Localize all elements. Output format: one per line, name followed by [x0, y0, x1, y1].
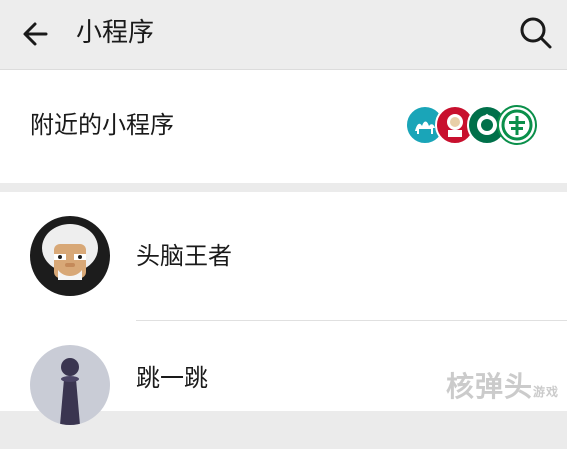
old-man-avatar-icon [42, 224, 98, 280]
page-title: 小程序 [76, 18, 155, 48]
watermark-text: 核弹头 [445, 370, 533, 403]
top-bar: 小程序 [0, 0, 567, 70]
site-watermark: 核弹头游戏 [446, 365, 559, 405]
watermark-subtext: 游戏 [532, 385, 559, 399]
back-button[interactable] [18, 14, 58, 54]
arrow-left-icon [23, 22, 48, 46]
jump-avatar [30, 345, 110, 425]
nearby-mini-programs-row[interactable]: 附近的小程序 [0, 70, 567, 183]
nearby-logos [405, 105, 537, 145]
search-button[interactable] [515, 12, 557, 54]
app-name: 跳一跳 [136, 364, 208, 392]
app-name: 头脑王者 [136, 242, 232, 270]
nearby-label: 附近的小程序 [30, 111, 174, 139]
bank-logo [497, 105, 537, 145]
search-icon [520, 17, 552, 49]
list-item[interactable]: 头脑王者 [0, 192, 567, 320]
chess-piece-avatar-icon [60, 358, 80, 425]
brain-king-avatar [30, 216, 110, 296]
